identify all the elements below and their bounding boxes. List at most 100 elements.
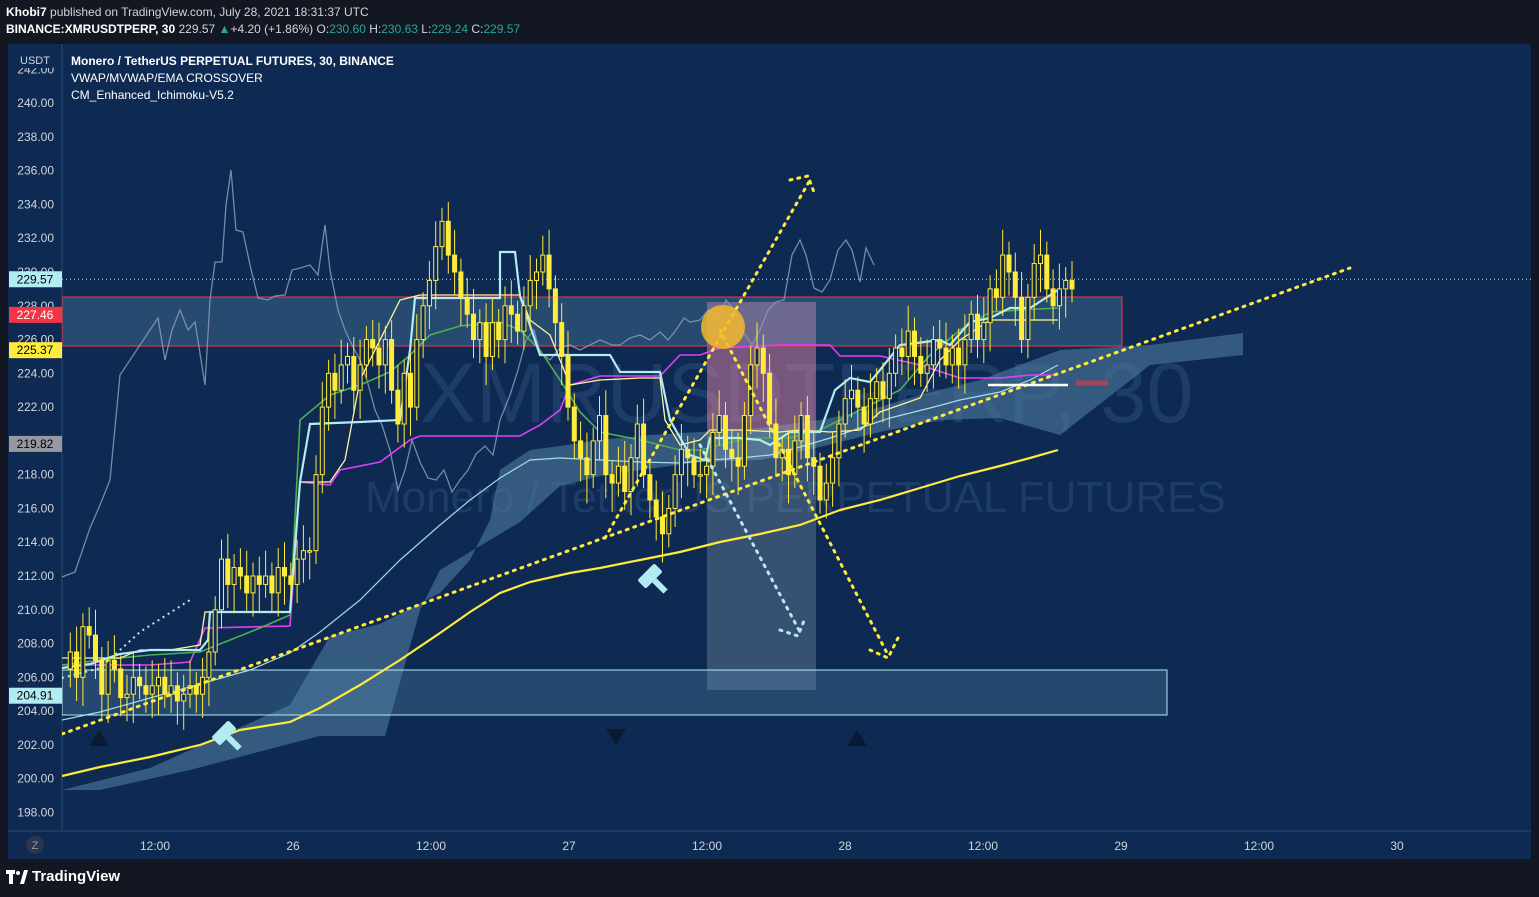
candle-body bbox=[874, 381, 880, 400]
candle-body bbox=[943, 347, 949, 366]
price-badge: 225.37 bbox=[9, 342, 62, 359]
candle-body bbox=[798, 415, 804, 442]
close-value: 229.57 bbox=[483, 22, 521, 36]
candle-body bbox=[861, 406, 867, 425]
candle-body bbox=[949, 347, 955, 366]
open-value: 230.60 bbox=[329, 22, 366, 36]
candle-body bbox=[86, 626, 92, 636]
candle-body bbox=[445, 220, 451, 256]
price-tick-label: 206.00 bbox=[17, 670, 54, 684]
price-badge-label: 225.37 bbox=[17, 343, 54, 357]
price-badge-label: 204.91 bbox=[17, 689, 54, 703]
candle-body bbox=[855, 389, 861, 408]
candle-body bbox=[817, 465, 823, 501]
candle-body bbox=[168, 685, 174, 695]
price-chart[interactable]: XMRUSDTPERP, 30 Monero / TetherUS PERPET… bbox=[0, 42, 1539, 864]
candle-body bbox=[830, 457, 836, 484]
candle-body bbox=[111, 659, 117, 670]
candle-body bbox=[584, 457, 590, 476]
candle-body bbox=[124, 693, 130, 699]
candle-body bbox=[439, 220, 445, 248]
price-tick-label: 210.00 bbox=[17, 603, 54, 617]
candle-body bbox=[464, 296, 470, 315]
change-value: +4.20 (+1.86%) bbox=[230, 22, 314, 36]
candle-body bbox=[382, 339, 388, 366]
candle-body bbox=[1025, 296, 1031, 341]
time-tick-label: 12:00 bbox=[416, 839, 446, 853]
candle-body bbox=[1012, 271, 1018, 298]
time-tick-label: 30 bbox=[1390, 839, 1404, 853]
publish-line: Khobi7 published on TradingView.com, Jul… bbox=[6, 4, 520, 21]
high-value: 230.63 bbox=[381, 22, 418, 36]
candle-body bbox=[786, 448, 791, 476]
candle-body bbox=[804, 415, 810, 459]
time-tick-label: 12:00 bbox=[1244, 839, 1274, 853]
price-tick-label: 232.00 bbox=[17, 231, 54, 245]
candle-body bbox=[130, 676, 136, 695]
candle-body bbox=[704, 465, 710, 476]
candle-body bbox=[67, 651, 73, 670]
candle-body bbox=[937, 339, 943, 349]
indicator-vwap[interactable]: VWAP/MVWAP/EMA CROSSOVER bbox=[71, 71, 263, 85]
tradingview-footer[interactable]: TradingView bbox=[6, 868, 120, 885]
chart-title[interactable]: Monero / TetherUS PERPETUAL FUTURES, 30,… bbox=[71, 54, 394, 68]
candle-body bbox=[1069, 279, 1075, 290]
candle-body bbox=[433, 246, 439, 281]
candle-body bbox=[968, 313, 974, 341]
candle-body bbox=[105, 659, 111, 695]
price-tick-label: 216.00 bbox=[17, 501, 54, 515]
candle-body bbox=[1006, 254, 1012, 273]
candle-body bbox=[767, 372, 773, 425]
candle-body bbox=[918, 355, 924, 374]
candle-body bbox=[338, 364, 344, 391]
candle-body bbox=[842, 398, 848, 425]
candle-body bbox=[426, 279, 432, 307]
candle-body bbox=[924, 364, 930, 374]
open-label: O: bbox=[316, 22, 330, 36]
candle-body bbox=[666, 507, 672, 535]
candle-body bbox=[149, 685, 155, 695]
author-name[interactable]: Khobi7 bbox=[6, 5, 47, 19]
candle-body bbox=[527, 279, 533, 307]
candle-body bbox=[357, 364, 363, 391]
candle-body bbox=[93, 634, 98, 661]
candle-body bbox=[773, 423, 779, 459]
price-badge: 219.82 bbox=[9, 435, 62, 452]
highlight-circle[interactable] bbox=[701, 305, 745, 349]
candle-body bbox=[993, 288, 999, 298]
candle-body bbox=[313, 474, 319, 552]
last-price: 229.57 bbox=[178, 22, 216, 36]
candle-body bbox=[893, 347, 899, 374]
candle-body bbox=[118, 668, 124, 699]
candle-body bbox=[930, 339, 936, 366]
price-tick-label: 202.00 bbox=[17, 738, 54, 752]
candle-body bbox=[534, 271, 539, 281]
candle-body bbox=[672, 474, 678, 509]
price-tick-label: 238.00 bbox=[17, 130, 54, 144]
time-tick-label: 28 bbox=[838, 839, 852, 853]
candle-body bbox=[414, 339, 420, 408]
candle-body bbox=[256, 575, 262, 585]
candle-body bbox=[685, 448, 691, 459]
candle-body bbox=[502, 305, 508, 341]
low-value: 229.24 bbox=[431, 22, 468, 36]
goto-date-label: Z bbox=[32, 840, 39, 852]
candle-body bbox=[748, 364, 754, 417]
candle-body bbox=[660, 516, 665, 535]
candle-body bbox=[269, 575, 275, 594]
candle-body bbox=[200, 676, 206, 695]
candle-body bbox=[905, 330, 911, 357]
price-badge-label: 219.82 bbox=[17, 437, 54, 451]
indicator-ichimoku[interactable]: CM_Enhanced_Ichimoku-V5.2 bbox=[71, 88, 234, 102]
candle-body bbox=[760, 347, 766, 374]
candle-body bbox=[691, 457, 697, 476]
publish-info: published on TradingView.com, July 28, 2… bbox=[50, 5, 369, 19]
candle-body bbox=[546, 254, 552, 290]
candle-body bbox=[489, 322, 495, 357]
candle-body bbox=[250, 575, 256, 594]
candle-body bbox=[571, 406, 577, 442]
candle-body bbox=[452, 254, 458, 273]
close-label: C: bbox=[471, 22, 484, 36]
price-tick-label: 204.00 bbox=[17, 704, 54, 718]
price-tick-label: 200.00 bbox=[17, 772, 54, 786]
